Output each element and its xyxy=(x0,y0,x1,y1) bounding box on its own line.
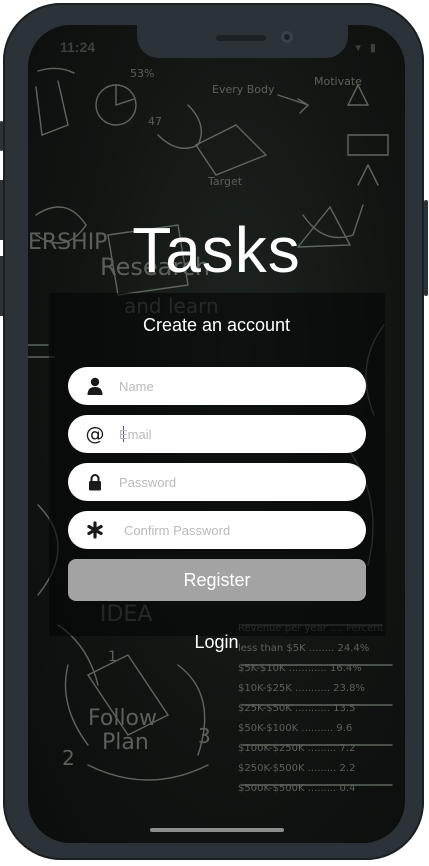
svg-text:$100K-$250K ......... 7.2: $100K-$250K ......... 7.2 xyxy=(238,743,355,754)
svg-text:3: 3 xyxy=(198,724,211,748)
name-field[interactable] xyxy=(68,367,366,405)
at-sign-icon: @ xyxy=(85,423,105,445)
svg-text:53%: 53% xyxy=(130,67,154,80)
login-link[interactable]: Login xyxy=(28,632,405,653)
email-field[interactable]: @ xyxy=(68,415,366,453)
app-title: Tasks xyxy=(132,214,301,286)
lock-icon xyxy=(86,472,104,492)
svg-text:Target: Target xyxy=(207,175,243,188)
status-icons: ▾ ▮ xyxy=(355,42,379,54)
asterisk-icon xyxy=(86,520,104,540)
home-indicator[interactable] xyxy=(150,828,284,832)
confirm-password-input[interactable] xyxy=(124,511,354,549)
notch xyxy=(137,25,348,58)
status-time: 11:24 xyxy=(60,39,96,55)
svg-text:47: 47 xyxy=(148,115,162,128)
svg-text:Plan: Plan xyxy=(102,730,149,755)
svg-text:$25K-$50K ........... 13.5: $25K-$50K ........... 13.5 xyxy=(238,703,355,714)
power-button xyxy=(424,200,428,296)
svg-text:$250K-$500K ......... 2.2: $250K-$500K ......... 2.2 xyxy=(238,763,355,774)
svg-text:$500K-$500K ......... 0.4: $500K-$500K ......... 0.4 xyxy=(238,783,355,794)
person-icon xyxy=(86,376,104,396)
app-screen: 53% 47 Every Body Target Motivate ERSHIP… xyxy=(28,25,405,843)
svg-text:$5K-$10K ............ 16.4%: $5K-$10K ............ 16.4% xyxy=(238,663,362,674)
page-subtitle: Create an account xyxy=(142,315,291,335)
svg-text:$10K-$25K ........... 23.8%: $10K-$25K ........... 23.8% xyxy=(238,683,365,694)
name-input[interactable] xyxy=(119,367,349,405)
email-input[interactable] xyxy=(119,415,349,453)
register-button[interactable]: Register xyxy=(68,559,366,601)
svg-text:$50K-$100K .......... 9.6: $50K-$100K .......... 9.6 xyxy=(238,723,352,734)
speaker-grille xyxy=(216,35,266,41)
svg-text:Motivate: Motivate xyxy=(314,75,362,88)
svg-text:Follow: Follow xyxy=(88,706,157,731)
svg-text:Every Body: Every Body xyxy=(212,83,275,96)
phone-frame: 53% 47 Every Body Target Motivate ERSHIP… xyxy=(0,3,424,860)
front-camera xyxy=(281,31,293,43)
svg-text:2: 2 xyxy=(62,746,75,770)
password-field[interactable] xyxy=(68,463,366,501)
confirm-password-field[interactable] xyxy=(68,511,366,549)
password-input[interactable] xyxy=(119,463,349,501)
